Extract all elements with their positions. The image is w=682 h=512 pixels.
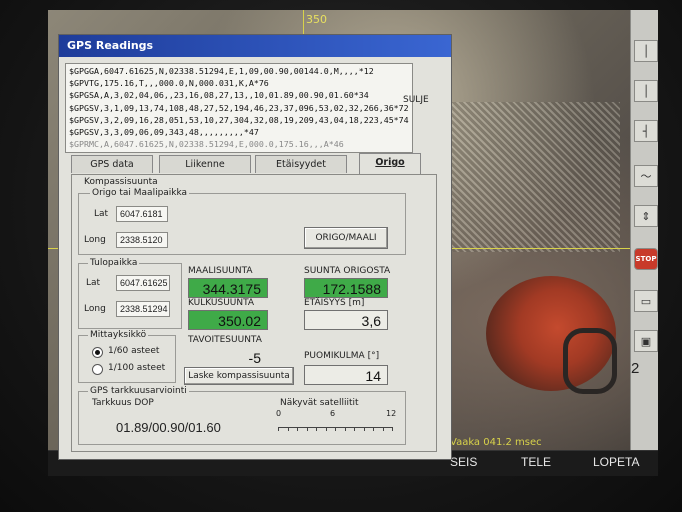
satellite-tick <box>278 427 279 431</box>
satellite-tick <box>335 427 336 431</box>
camera-icon[interactable]: ▣ <box>634 330 658 352</box>
nmea-line: $GPGSA,A,3,02,04,06,,23,16,08,27,13,,10,… <box>69 90 369 101</box>
puomikulma-label: PUOMIKULMA [°] <box>304 351 380 361</box>
puomikulma-value: 14 <box>304 365 388 385</box>
satellite-tick <box>382 427 384 431</box>
satellites-label: Näkyvät satelliitit <box>280 398 359 408</box>
nmea-line: $GPGSV,3,3,09,06,09,343,48,,,,,,,,,*47 <box>69 127 259 138</box>
tulopaikka-group <box>78 263 182 329</box>
monitor-bezel: 350 Vaaka 041.2 msec │ │ ┤ 〜 ⇕ STOP ▭ ▣ … <box>0 0 682 512</box>
scale-mid: 6 <box>330 409 336 418</box>
origo-lat-label: Lat <box>94 209 109 219</box>
dialog-title: GPS Readings <box>59 35 451 57</box>
satellite-tick <box>373 427 374 431</box>
satellite-tick <box>316 427 317 431</box>
dop-label: Tarkkuus DOP <box>92 398 154 408</box>
toolbar-number: 2 <box>631 360 640 377</box>
scale-max: 12 <box>386 409 397 418</box>
camera-info: Vaaka 041.2 msec <box>450 437 542 448</box>
graph-icon[interactable]: 〜 <box>634 165 658 187</box>
measure-icon[interactable]: ┤ <box>634 120 658 142</box>
radio-1-60-label: 1/60 asteet <box>108 346 160 356</box>
lopeta-button[interactable]: LOPETA <box>593 455 639 469</box>
tavoitesuunta-value: -5 <box>248 350 261 366</box>
camera-heading: 350 <box>306 13 327 26</box>
tab-bar: GPS data Liikenne Etäisyydet Origo <box>71 153 431 175</box>
kulkusuunta-value: 350.02 <box>188 310 268 330</box>
etaisyys-value: 3,6 <box>304 310 388 330</box>
origo-lat-field[interactable]: 6047.6181 <box>116 206 168 222</box>
radio-1-100[interactable] <box>92 364 103 375</box>
gps-tarkkuus-label: GPS tarkkuusarviointi <box>88 386 189 396</box>
mittayksikko-group <box>78 335 176 383</box>
tulopaikka-label: Tulopaikka <box>88 258 140 268</box>
right-toolbar: │ │ ┤ 〜 ⇕ STOP ▭ ▣ <box>630 10 658 450</box>
suunta-origosta-label: SUUNTA ORIGOSTA <box>304 266 391 276</box>
nmea-line: $GPVTG,175.16,T,,,000.0,N,000.031,K,A*76 <box>69 78 269 89</box>
tab-etaisyydet[interactable]: Etäisyydet <box>255 155 347 173</box>
pin-icon[interactable]: │ <box>634 40 658 62</box>
monitor-icon[interactable]: ▭ <box>634 290 658 312</box>
nmea-log: $GPGGA,6047.61625,N,02338.51294,E,1,09,0… <box>65 63 413 153</box>
scale-min: 0 <box>276 409 282 418</box>
mittayksikko-label: Mittayksikkö <box>88 330 149 340</box>
satellite-tick <box>354 427 355 431</box>
tele-button[interactable]: TELE <box>521 455 551 469</box>
radio-1-60[interactable] <box>92 347 103 358</box>
nmea-line: $GPGSV,3,1,09,13,74,108,48,27,52,194,46,… <box>69 102 409 113</box>
origo-panel: Kompassisuunta Origo tai Maalipaikka Lat… <box>71 174 437 452</box>
satellite-tick <box>363 427 365 431</box>
satellite-tick <box>325 427 327 431</box>
origo-long-label: Long <box>84 235 106 245</box>
tulopaikka-lat-label: Lat <box>86 278 101 288</box>
radio-1-100-label: 1/100 asteet <box>108 363 166 373</box>
origo-group-label: Origo tai Maalipaikka <box>90 188 190 198</box>
tulopaikka-long-label: Long <box>84 304 106 314</box>
tulopaikka-lat-field[interactable]: 6047.61625 <box>116 275 170 291</box>
nmea-line: $GPRMC,A,6047.61625,N,02338.51294,E,000.… <box>69 139 344 150</box>
chain <box>563 328 617 394</box>
satellite-tick <box>344 427 346 431</box>
tulopaikka-long-field[interactable]: 2338.51294 <box>116 301 170 317</box>
screen: 350 Vaaka 041.2 msec │ │ ┤ 〜 ⇕ STOP ▭ ▣ … <box>48 10 658 476</box>
satellite-tick <box>297 427 298 431</box>
tab-liikenne[interactable]: Liikenne <box>159 155 251 173</box>
nmea-line: $GPGSV,3,2,09,16,28,051,53,10,27,304,32,… <box>69 114 409 125</box>
gps-readings-dialog: GPS Readings $GPGGA,6047.61625,N,02338.5… <box>58 34 452 460</box>
etaisyys-label: ETÄISYYS [m] <box>304 298 365 308</box>
seis-button[interactable]: SEIS <box>450 455 477 469</box>
origo-maali-button[interactable]: ORIGO/MAALI <box>304 227 388 249</box>
tavoitesuunta-label: TAVOITESUUNTA <box>188 335 262 345</box>
stop-icon[interactable]: STOP <box>634 248 658 270</box>
maalisuunta-value: 344.3175 <box>188 278 268 298</box>
satellite-tick <box>392 427 393 431</box>
laske-kompassisuunta-button[interactable]: Laske kompassisuunta <box>184 367 294 385</box>
camera-feed-texture <box>450 102 620 252</box>
nmea-line: $GPGGA,6047.61625,N,02338.51294,E,1,09,0… <box>69 66 374 76</box>
satellite-tick <box>287 427 289 431</box>
close-button[interactable]: SULJE <box>403 95 429 105</box>
origo-long-field[interactable]: 2338.5120 <box>116 232 168 248</box>
suunta-origosta-value: 172.1588 <box>304 278 388 298</box>
dop-value: 01.89/00.90/01.60 <box>116 420 221 435</box>
kulkusuunta-label: KULKUSUUNTA <box>188 298 255 308</box>
pin-icon[interactable]: │ <box>634 80 658 102</box>
kompassisuunta-label: Kompassisuunta <box>84 177 158 187</box>
satellite-tick <box>306 427 308 431</box>
move-icon[interactable]: ⇕ <box>634 205 658 227</box>
tab-origo[interactable]: Origo <box>359 153 421 174</box>
maalisuunta-label: MAALISUUNTA <box>188 266 253 276</box>
tab-gps-data[interactable]: GPS data <box>71 155 153 173</box>
